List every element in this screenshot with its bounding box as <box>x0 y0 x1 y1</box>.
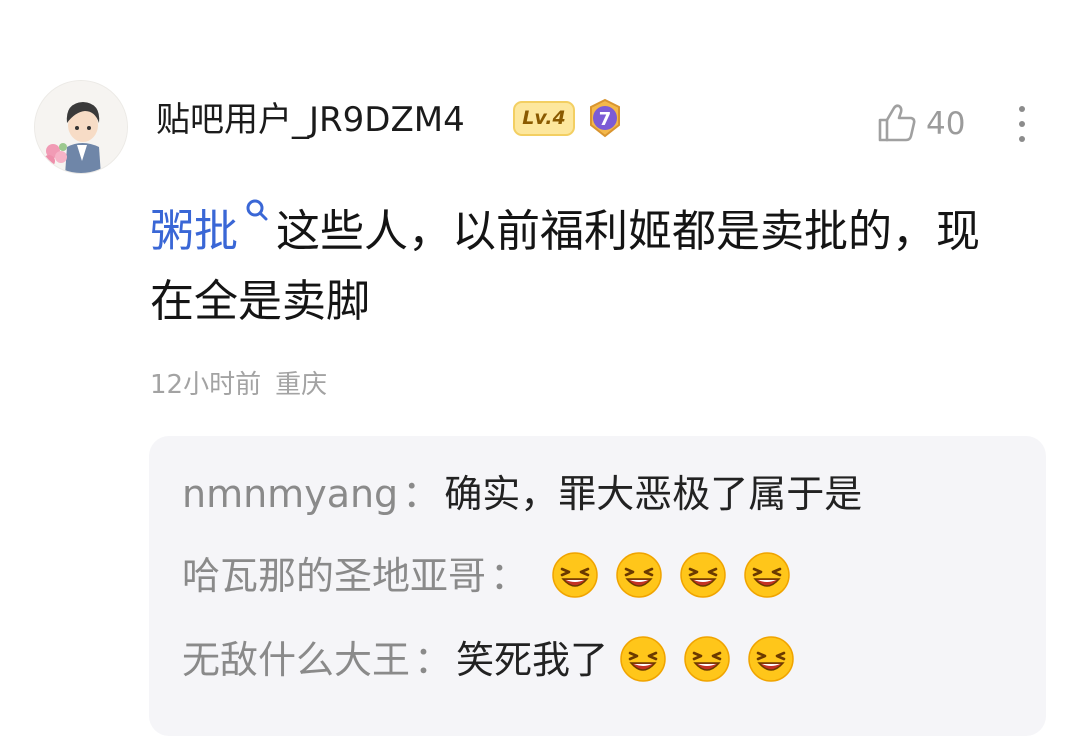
grinning-squint-face-emoji-icon <box>614 549 664 599</box>
comment-meta: 12小时前 重庆 <box>150 368 327 402</box>
reply-text: 笑死我了 <box>456 638 609 682</box>
reply-item[interactable]: 无敌什么大王：笑死我了 <box>182 632 810 688</box>
reply-author[interactable]: 哈瓦那的圣地亚哥 <box>182 554 486 598</box>
reply-emoji-group <box>618 636 810 682</box>
comment-body: 这些人，以前福利姬都是卖批的，现在全是卖脚 <box>150 206 980 327</box>
grinning-squint-face-emoji-icon <box>742 549 792 599</box>
more-icon[interactable] <box>1014 104 1030 144</box>
reply-author[interactable]: 无敌什么大王 <box>182 638 410 682</box>
rank-badge-icon: 7 <box>585 98 625 138</box>
reply-colon: ： <box>414 638 453 682</box>
user-avatar[interactable] <box>34 80 128 174</box>
comment-time: 12小时前 <box>150 370 262 400</box>
rank-badge-number: 7 <box>599 109 612 130</box>
comment-location: 重庆 <box>275 370 328 400</box>
comment-text: 粥批 这些人，以前福利姬都是卖批的，现在全是卖脚 <box>150 196 990 337</box>
username[interactable]: 贴吧用户_JR9DZM4 <box>156 98 465 142</box>
reply-item[interactable]: nmnmyang：确实，罪大恶极了属于是 <box>182 466 862 522</box>
grinning-squint-face-emoji-icon <box>678 549 728 599</box>
avatar-illustration <box>35 81 127 173</box>
reply-colon: ： <box>490 554 529 598</box>
reply-text: 确实，罪大恶极了属于是 <box>444 472 863 516</box>
grinning-squint-face-emoji-icon <box>682 633 732 683</box>
topic-link[interactable]: 粥批 <box>150 206 238 257</box>
grinning-squint-face-emoji-icon <box>618 633 668 683</box>
like-count: 40 <box>926 106 966 142</box>
grinning-squint-face-emoji-icon <box>550 549 600 599</box>
reply-colon: ： <box>402 472 441 516</box>
reply-emoji-group <box>550 552 806 598</box>
like-icon[interactable] <box>876 102 918 144</box>
level-badge: Lv.4 <box>513 101 575 136</box>
reply-author[interactable]: nmnmyang <box>182 472 398 516</box>
search-icon[interactable] <box>242 196 272 228</box>
grinning-squint-face-emoji-icon <box>746 633 796 683</box>
reply-item[interactable]: 哈瓦那的圣地亚哥： <box>182 548 806 604</box>
